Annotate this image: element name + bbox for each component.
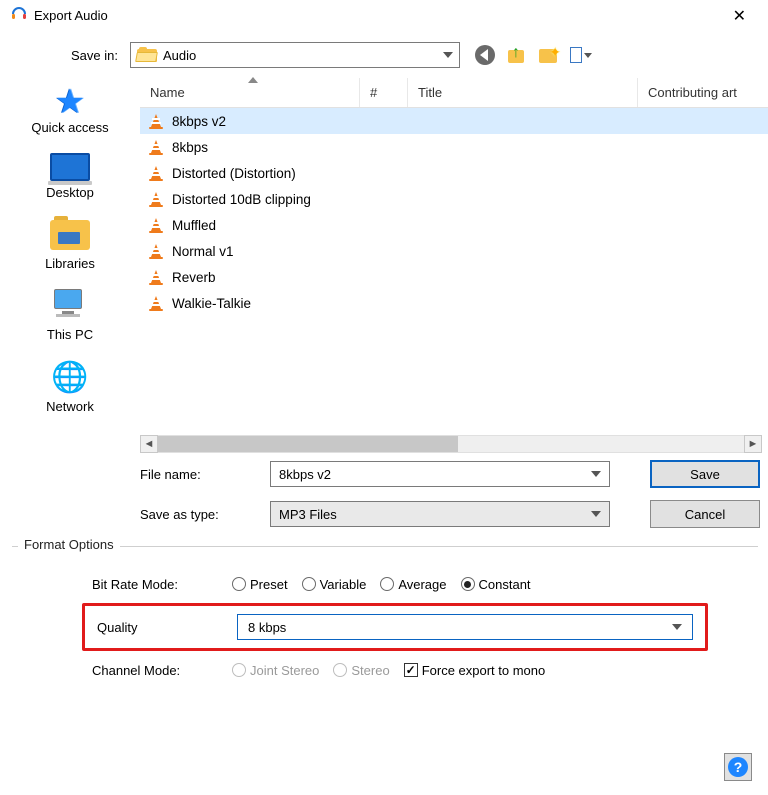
- cancel-button[interactable]: Cancel: [650, 500, 760, 528]
- channel-mode-row: Channel Mode: Joint Stereo Stereo Force …: [92, 653, 748, 687]
- place-quick-access[interactable]: ★ Quick access: [0, 88, 140, 135]
- sort-indicator-icon: [248, 77, 258, 83]
- save-type-combo[interactable]: MP3 Files: [270, 501, 610, 527]
- vlc-cone-icon: [148, 243, 164, 259]
- scroll-right-button[interactable]: ►: [744, 435, 762, 453]
- chevron-down-icon: [591, 471, 601, 477]
- col-title[interactable]: Title: [408, 78, 638, 107]
- bit-rate-mode-label: Bit Rate Mode:: [92, 577, 232, 592]
- file-list: Name # Title Contributing art 8kbps v2 8…: [140, 78, 768, 454]
- file-name-combo[interactable]: 8kbps v2: [270, 461, 610, 487]
- channel-mode-label: Channel Mode:: [92, 663, 232, 678]
- places-sidebar: ★ Quick access Desktop Libraries This PC…: [0, 78, 140, 454]
- file-row[interactable]: Distorted 10dB clipping: [140, 186, 768, 212]
- close-button[interactable]: ✕: [721, 2, 758, 30]
- file-name-label: File name:: [140, 467, 270, 482]
- bit-rate-preset-radio[interactable]: Preset: [232, 577, 288, 592]
- column-headers: Name # Title Contributing art: [140, 78, 768, 108]
- save-type-label: Save as type:: [140, 507, 270, 522]
- new-folder-button[interactable]: ✦: [538, 44, 560, 66]
- vlc-cone-icon: [148, 113, 164, 129]
- network-icon: 🌐: [51, 360, 88, 395]
- place-network[interactable]: 🌐 Network: [0, 360, 140, 414]
- save-type-value: MP3 Files: [279, 507, 337, 522]
- chevron-down-icon: [672, 624, 682, 630]
- vlc-cone-icon: [148, 165, 164, 181]
- quality-row-highlight: Quality 8 kbps: [82, 603, 708, 651]
- col-contrib[interactable]: Contributing art: [638, 78, 768, 107]
- bit-rate-average-radio[interactable]: Average: [380, 577, 446, 592]
- star-icon: ★: [55, 88, 85, 116]
- channel-stereo-radio: Stereo: [333, 663, 389, 678]
- chevron-down-icon: [591, 511, 601, 517]
- place-this-pc[interactable]: This PC: [0, 289, 140, 342]
- vlc-cone-icon: [148, 139, 164, 155]
- file-row[interactable]: 8kbps: [140, 134, 768, 160]
- save-button[interactable]: Save: [650, 460, 760, 488]
- title-bar: Export Audio ✕: [0, 0, 768, 32]
- scroll-left-button[interactable]: ◄: [140, 435, 158, 453]
- col-number[interactable]: #: [360, 78, 408, 107]
- save-in-combo[interactable]: Audio: [130, 42, 460, 68]
- file-row[interactable]: Distorted (Distortion): [140, 160, 768, 186]
- vlc-cone-icon: [148, 269, 164, 285]
- file-name-value: 8kbps v2: [279, 467, 331, 482]
- place-libraries[interactable]: Libraries: [0, 218, 140, 271]
- this-pc-icon: [50, 289, 90, 323]
- nav-back-button[interactable]: [474, 44, 496, 66]
- up-one-level-button[interactable]: ↑: [506, 44, 528, 66]
- bit-rate-constant-radio[interactable]: Constant: [461, 577, 531, 592]
- save-in-label: Save in:: [0, 48, 130, 63]
- quality-label: Quality: [97, 620, 237, 635]
- bit-rate-mode-row: Bit Rate Mode: Preset Variable Average C…: [92, 567, 748, 601]
- format-options-group: Format Options Bit Rate Mode: Preset Var…: [12, 546, 758, 697]
- scroll-track[interactable]: [158, 435, 744, 453]
- vlc-cone-icon: [148, 191, 164, 207]
- file-row[interactable]: Normal v1: [140, 238, 768, 264]
- file-row[interactable]: Muffled: [140, 212, 768, 238]
- save-in-row: Save in: Audio ↑ ✦: [0, 32, 768, 78]
- place-desktop[interactable]: Desktop: [0, 153, 140, 200]
- chevron-down-icon: [443, 52, 453, 58]
- quality-value: 8 kbps: [248, 620, 286, 635]
- help-icon: ?: [728, 757, 748, 777]
- quality-combo[interactable]: 8 kbps: [237, 614, 693, 640]
- vlc-cone-icon: [148, 295, 164, 311]
- file-row[interactable]: Walkie-Talkie: [140, 290, 768, 316]
- force-mono-checkbox[interactable]: Force export to mono: [404, 663, 546, 678]
- file-row[interactable]: 8kbps v2: [140, 108, 768, 134]
- view-menu-button[interactable]: [570, 44, 592, 66]
- help-button[interactable]: ?: [724, 753, 752, 781]
- channel-joint-stereo-radio: Joint Stereo: [232, 663, 319, 678]
- folder-icon: [137, 47, 157, 63]
- desktop-icon: [50, 153, 90, 181]
- app-icon: [10, 5, 28, 26]
- libraries-icon: [50, 218, 90, 252]
- vlc-cone-icon: [148, 217, 164, 233]
- save-in-value: Audio: [163, 48, 196, 63]
- bit-rate-variable-radio[interactable]: Variable: [302, 577, 367, 592]
- scroll-thumb[interactable]: [158, 436, 458, 452]
- format-options-legend: Format Options: [18, 537, 120, 552]
- horizontal-scrollbar[interactable]: ◄ ►: [140, 434, 762, 454]
- file-row[interactable]: Reverb: [140, 264, 768, 290]
- window-title: Export Audio: [34, 8, 108, 23]
